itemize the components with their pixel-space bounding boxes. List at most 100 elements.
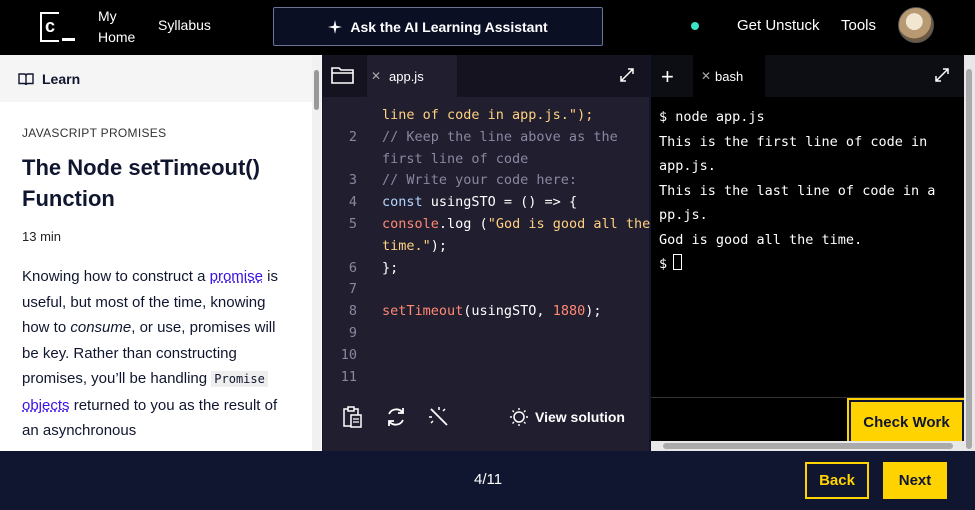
objects-link[interactable]: objects [22,397,70,414]
ai-button-label: Ask the AI Learning Assistant [350,18,548,35]
code-area[interactable]: line of code in app.js."); 2 // Keep the l… [323,105,651,388]
terminal-line: God is good all the time. [659,231,863,248]
code-text: // Keep the line above as the [382,127,618,149]
check-work-button[interactable]: Check Work [847,398,966,446]
code-line: 4 const usingSTO = () => { [323,192,649,214]
code-token: console [382,215,439,232]
view-solution-button[interactable]: View solution [509,407,625,427]
para-text: Knowing how to construct a [22,268,210,285]
ai-learning-assistant-button[interactable]: Ask the AI Learning Assistant [273,7,603,46]
terminal-tab-bar: + ✕ bash [651,55,964,97]
line-number: 7 [348,281,357,298]
back-button[interactable]: Back [805,462,869,499]
tab-bash[interactable]: ✕ bash [693,55,765,97]
editor-tab-bar: ✕ app.js [323,55,649,97]
lesson-duration: 13 min [22,229,62,244]
code-line: 6}; [323,258,649,280]
status-dot [691,22,699,30]
codecademy-logo[interactable]: c [40,12,76,42]
code-text: // Write your code here: [382,170,577,192]
terminal-line: app.js. [659,158,716,174]
magic-wand-icon[interactable] [427,405,451,429]
code-token: time." [382,237,431,254]
terminal-prompt-line[interactable]: $ [659,252,959,277]
code-line: 8 setTimeout(usingSTO, 1880); [323,301,649,323]
learn-panel: Learn JAVASCRIPT PROMISES The Node setTi… [0,55,322,451]
tab-label: app.js [389,68,424,84]
expand-icon[interactable] [619,67,635,83]
terminal-prompt: $ [659,256,668,272]
line-number: 9 [348,324,357,341]
scrollbar-thumb[interactable] [966,69,972,449]
code-line: 5 console.log ("God is good all the [323,214,650,236]
terminal-output[interactable]: $ node app.js This is the first line of c… [659,105,959,277]
lesson-title: The Node setTimeout() Function [22,155,260,211]
get-unstuck-menu[interactable]: Get Unstuck [737,17,820,34]
nav-my-home-link[interactable]: My Home [98,6,135,48]
code-token: "God is good all the [487,215,651,232]
line-number: 10 [340,346,357,363]
code-token: .log ( [438,215,488,232]
code-text: first line of code [382,149,528,171]
nav-syllabus-link[interactable]: Syllabus [158,17,211,33]
logo-c-icon: c [45,16,56,36]
learn-panel-label: Learn [42,70,81,87]
code-line: 7 [323,279,649,301]
code-token: ); [585,303,602,320]
add-terminal-icon[interactable]: + [661,64,674,90]
code-text: console.log ("God is good all the [382,214,650,236]
lightbulb-icon [510,408,528,426]
line-number: 8 [348,303,357,320]
code-token: const [382,194,423,211]
nav-my-home-line1: My [98,8,117,24]
scrollbar-thumb[interactable] [663,443,953,449]
terminal-horizontal-scrollbar[interactable] [651,441,964,451]
line-number: 5 [348,215,357,232]
code-token: // Write your code here: [382,172,578,189]
close-tab-icon[interactable]: ✕ [701,69,711,83]
logo-underscore-icon [62,38,75,41]
next-button[interactable]: Next [883,462,947,499]
lesson-paragraph: Knowing how to construct a promise is us… [22,264,294,444]
editor-toolbar: View solution [323,383,649,451]
expand-icon[interactable] [934,67,950,83]
code-text: setTimeout(usingSTO, 1880); [382,301,601,323]
code-line: first line of code [323,149,649,171]
code-line: 10 [323,345,649,367]
code-text: const usingSTO = () => { [382,192,577,214]
learn-panel-header: Learn [0,55,322,102]
code-text: }; [382,258,398,280]
learn-scrollbar[interactable] [312,56,321,450]
terminal-scrollbar[interactable] [964,55,975,451]
para-emphasis: consume [70,319,132,336]
code-line: 9 [323,323,649,345]
page-indicator: 4/11 [474,471,503,488]
close-tab-icon[interactable]: ✕ [371,69,381,83]
folder-icon[interactable] [331,65,355,85]
tools-menu[interactable]: Tools [841,17,876,34]
code-line: time."); [323,236,649,258]
code-token: }; [382,259,399,276]
code-token: (usingSTO, [463,303,553,320]
user-avatar[interactable] [898,7,934,43]
code-line: line of code in app.js."); [323,105,649,127]
code-token: first line of code [382,150,529,167]
line-number: 2 [348,128,357,145]
tab-app-js[interactable]: ✕ app.js [367,55,457,97]
line-number: 4 [348,194,357,211]
code-text: time."); [382,236,447,258]
code-line: 2 // Keep the line above as the [323,127,649,149]
terminal-cursor-icon [673,254,683,270]
code-token: ); [430,237,448,254]
top-nav-bar: c My Home Syllabus Ask the AI Learning A… [0,0,975,55]
view-solution-label: View solution [535,409,625,425]
promise-link[interactable]: promise [210,268,263,285]
clipboard-icon[interactable] [340,405,364,429]
refresh-icon[interactable] [384,405,408,429]
book-icon [18,72,34,85]
code-line: 3 // Write your code here: [323,170,649,192]
inline-code: Promise [211,371,268,387]
terminal-line: This is the last line of code in a [659,182,936,199]
code-token: 1880 [552,303,586,320]
scrollbar-thumb[interactable] [314,70,319,110]
